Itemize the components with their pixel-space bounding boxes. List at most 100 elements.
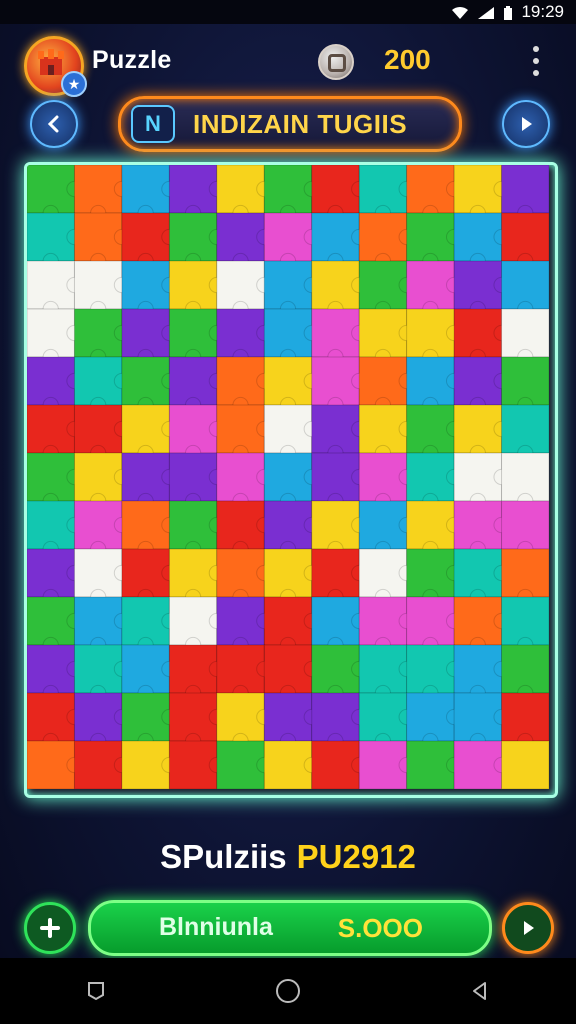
puzzle-piece[interactable] [216, 404, 273, 462]
puzzle-piece[interactable] [358, 596, 415, 654]
puzzle-piece[interactable] [453, 644, 510, 702]
puzzle-piece[interactable] [358, 356, 415, 414]
puzzle-piece[interactable] [73, 500, 131, 558]
puzzle-piece[interactable] [73, 692, 131, 750]
puzzle-piece[interactable] [501, 548, 549, 606]
puzzle-piece[interactable] [216, 165, 273, 222]
puzzle-piece[interactable] [216, 500, 273, 558]
puzzle-piece[interactable] [263, 165, 320, 222]
puzzle-board[interactable] [24, 162, 558, 798]
puzzle-piece[interactable] [263, 260, 320, 318]
puzzle-piece[interactable] [121, 165, 178, 222]
puzzle-piece[interactable] [121, 212, 178, 270]
puzzle-piece[interactable] [73, 260, 131, 318]
puzzle-piece[interactable] [121, 500, 178, 558]
puzzle-piece[interactable] [168, 165, 225, 222]
puzzle-piece[interactable] [73, 548, 131, 606]
puzzle-piece[interactable] [121, 548, 178, 606]
puzzle-piece[interactable] [121, 260, 178, 318]
puzzle-piece[interactable] [121, 740, 178, 789]
puzzle-piece[interactable] [501, 596, 549, 654]
puzzle-piece[interactable] [453, 500, 510, 558]
puzzle-piece[interactable] [453, 692, 510, 750]
puzzle-piece[interactable] [501, 404, 549, 462]
puzzle-piece[interactable] [453, 596, 510, 654]
puzzle-piece[interactable] [27, 260, 83, 318]
puzzle-piece[interactable] [311, 212, 368, 270]
puzzle-piece[interactable] [358, 165, 415, 222]
puzzle-piece[interactable] [27, 596, 83, 654]
puzzle-piece[interactable] [406, 165, 463, 222]
puzzle-piece[interactable] [216, 260, 273, 318]
add-button[interactable] [24, 902, 76, 954]
puzzle-piece[interactable] [263, 644, 320, 702]
puzzle-piece[interactable] [453, 165, 510, 222]
puzzle-piece[interactable] [121, 356, 178, 414]
puzzle-piece[interactable] [73, 740, 131, 789]
puzzle-piece[interactable] [27, 692, 83, 750]
puzzle-piece[interactable] [73, 644, 131, 702]
puzzle-piece[interactable] [73, 308, 131, 366]
puzzle-piece[interactable] [263, 596, 320, 654]
puzzle-piece[interactable] [501, 692, 549, 750]
puzzle-piece[interactable] [27, 548, 83, 606]
puzzle-piece[interactable] [311, 356, 368, 414]
puzzle-piece[interactable] [73, 404, 131, 462]
puzzle-piece[interactable] [358, 260, 415, 318]
puzzle-piece[interactable] [453, 308, 510, 366]
puzzle-piece[interactable] [406, 500, 463, 558]
puzzle-piece[interactable] [311, 644, 368, 702]
puzzle-piece[interactable] [27, 452, 83, 510]
puzzle-piece[interactable] [358, 692, 415, 750]
puzzle-piece[interactable] [121, 404, 178, 462]
puzzle-piece[interactable] [216, 452, 273, 510]
puzzle-piece[interactable] [406, 596, 463, 654]
puzzle-piece[interactable] [263, 452, 320, 510]
puzzle-piece[interactable] [263, 308, 320, 366]
puzzle-piece[interactable] [168, 404, 225, 462]
puzzle-piece[interactable] [73, 452, 131, 510]
puzzle-piece[interactable] [168, 212, 225, 270]
puzzle-piece[interactable] [358, 308, 415, 366]
puzzle-piece[interactable] [263, 212, 320, 270]
puzzle-piece[interactable] [358, 548, 415, 606]
puzzle-piece[interactable] [406, 452, 463, 510]
puzzle-piece[interactable] [311, 548, 368, 606]
puzzle-piece[interactable] [406, 260, 463, 318]
puzzle-piece[interactable] [216, 212, 273, 270]
puzzle-piece[interactable] [263, 548, 320, 606]
puzzle-piece[interactable] [168, 740, 225, 789]
puzzle-piece[interactable] [27, 500, 83, 558]
puzzle-piece[interactable] [406, 308, 463, 366]
puzzle-piece[interactable] [406, 692, 463, 750]
puzzle-piece[interactable] [406, 356, 463, 414]
puzzle-piece[interactable] [263, 740, 320, 789]
puzzle-piece[interactable] [121, 692, 178, 750]
puzzle-piece[interactable] [263, 356, 320, 414]
puzzle-piece[interactable] [501, 452, 549, 510]
puzzle-piece[interactable] [358, 740, 415, 789]
puzzle-piece[interactable] [263, 404, 320, 462]
puzzle-piece[interactable] [216, 740, 273, 789]
puzzle-piece[interactable] [453, 356, 510, 414]
progress-bar[interactable]: Blnniunla S.OOO [88, 900, 492, 956]
next-level-button[interactable] [502, 100, 550, 148]
puzzle-piece[interactable] [311, 500, 368, 558]
puzzle-piece[interactable] [311, 404, 368, 462]
puzzle-piece[interactable] [501, 644, 549, 702]
prev-level-button[interactable] [30, 100, 78, 148]
puzzle-piece[interactable] [121, 596, 178, 654]
puzzle-piece[interactable] [311, 452, 368, 510]
puzzle-piece[interactable] [216, 356, 273, 414]
puzzle-piece[interactable] [216, 596, 273, 654]
play-button[interactable] [502, 902, 554, 954]
puzzle-piece[interactable] [406, 548, 463, 606]
puzzle-piece[interactable] [168, 596, 225, 654]
puzzle-piece[interactable] [168, 452, 225, 510]
puzzle-piece[interactable] [311, 308, 368, 366]
puzzle-piece[interactable] [168, 356, 225, 414]
puzzle-piece[interactable] [501, 740, 549, 789]
puzzle-piece[interactable] [73, 356, 131, 414]
puzzle-piece[interactable] [121, 452, 178, 510]
puzzle-piece[interactable] [311, 260, 368, 318]
